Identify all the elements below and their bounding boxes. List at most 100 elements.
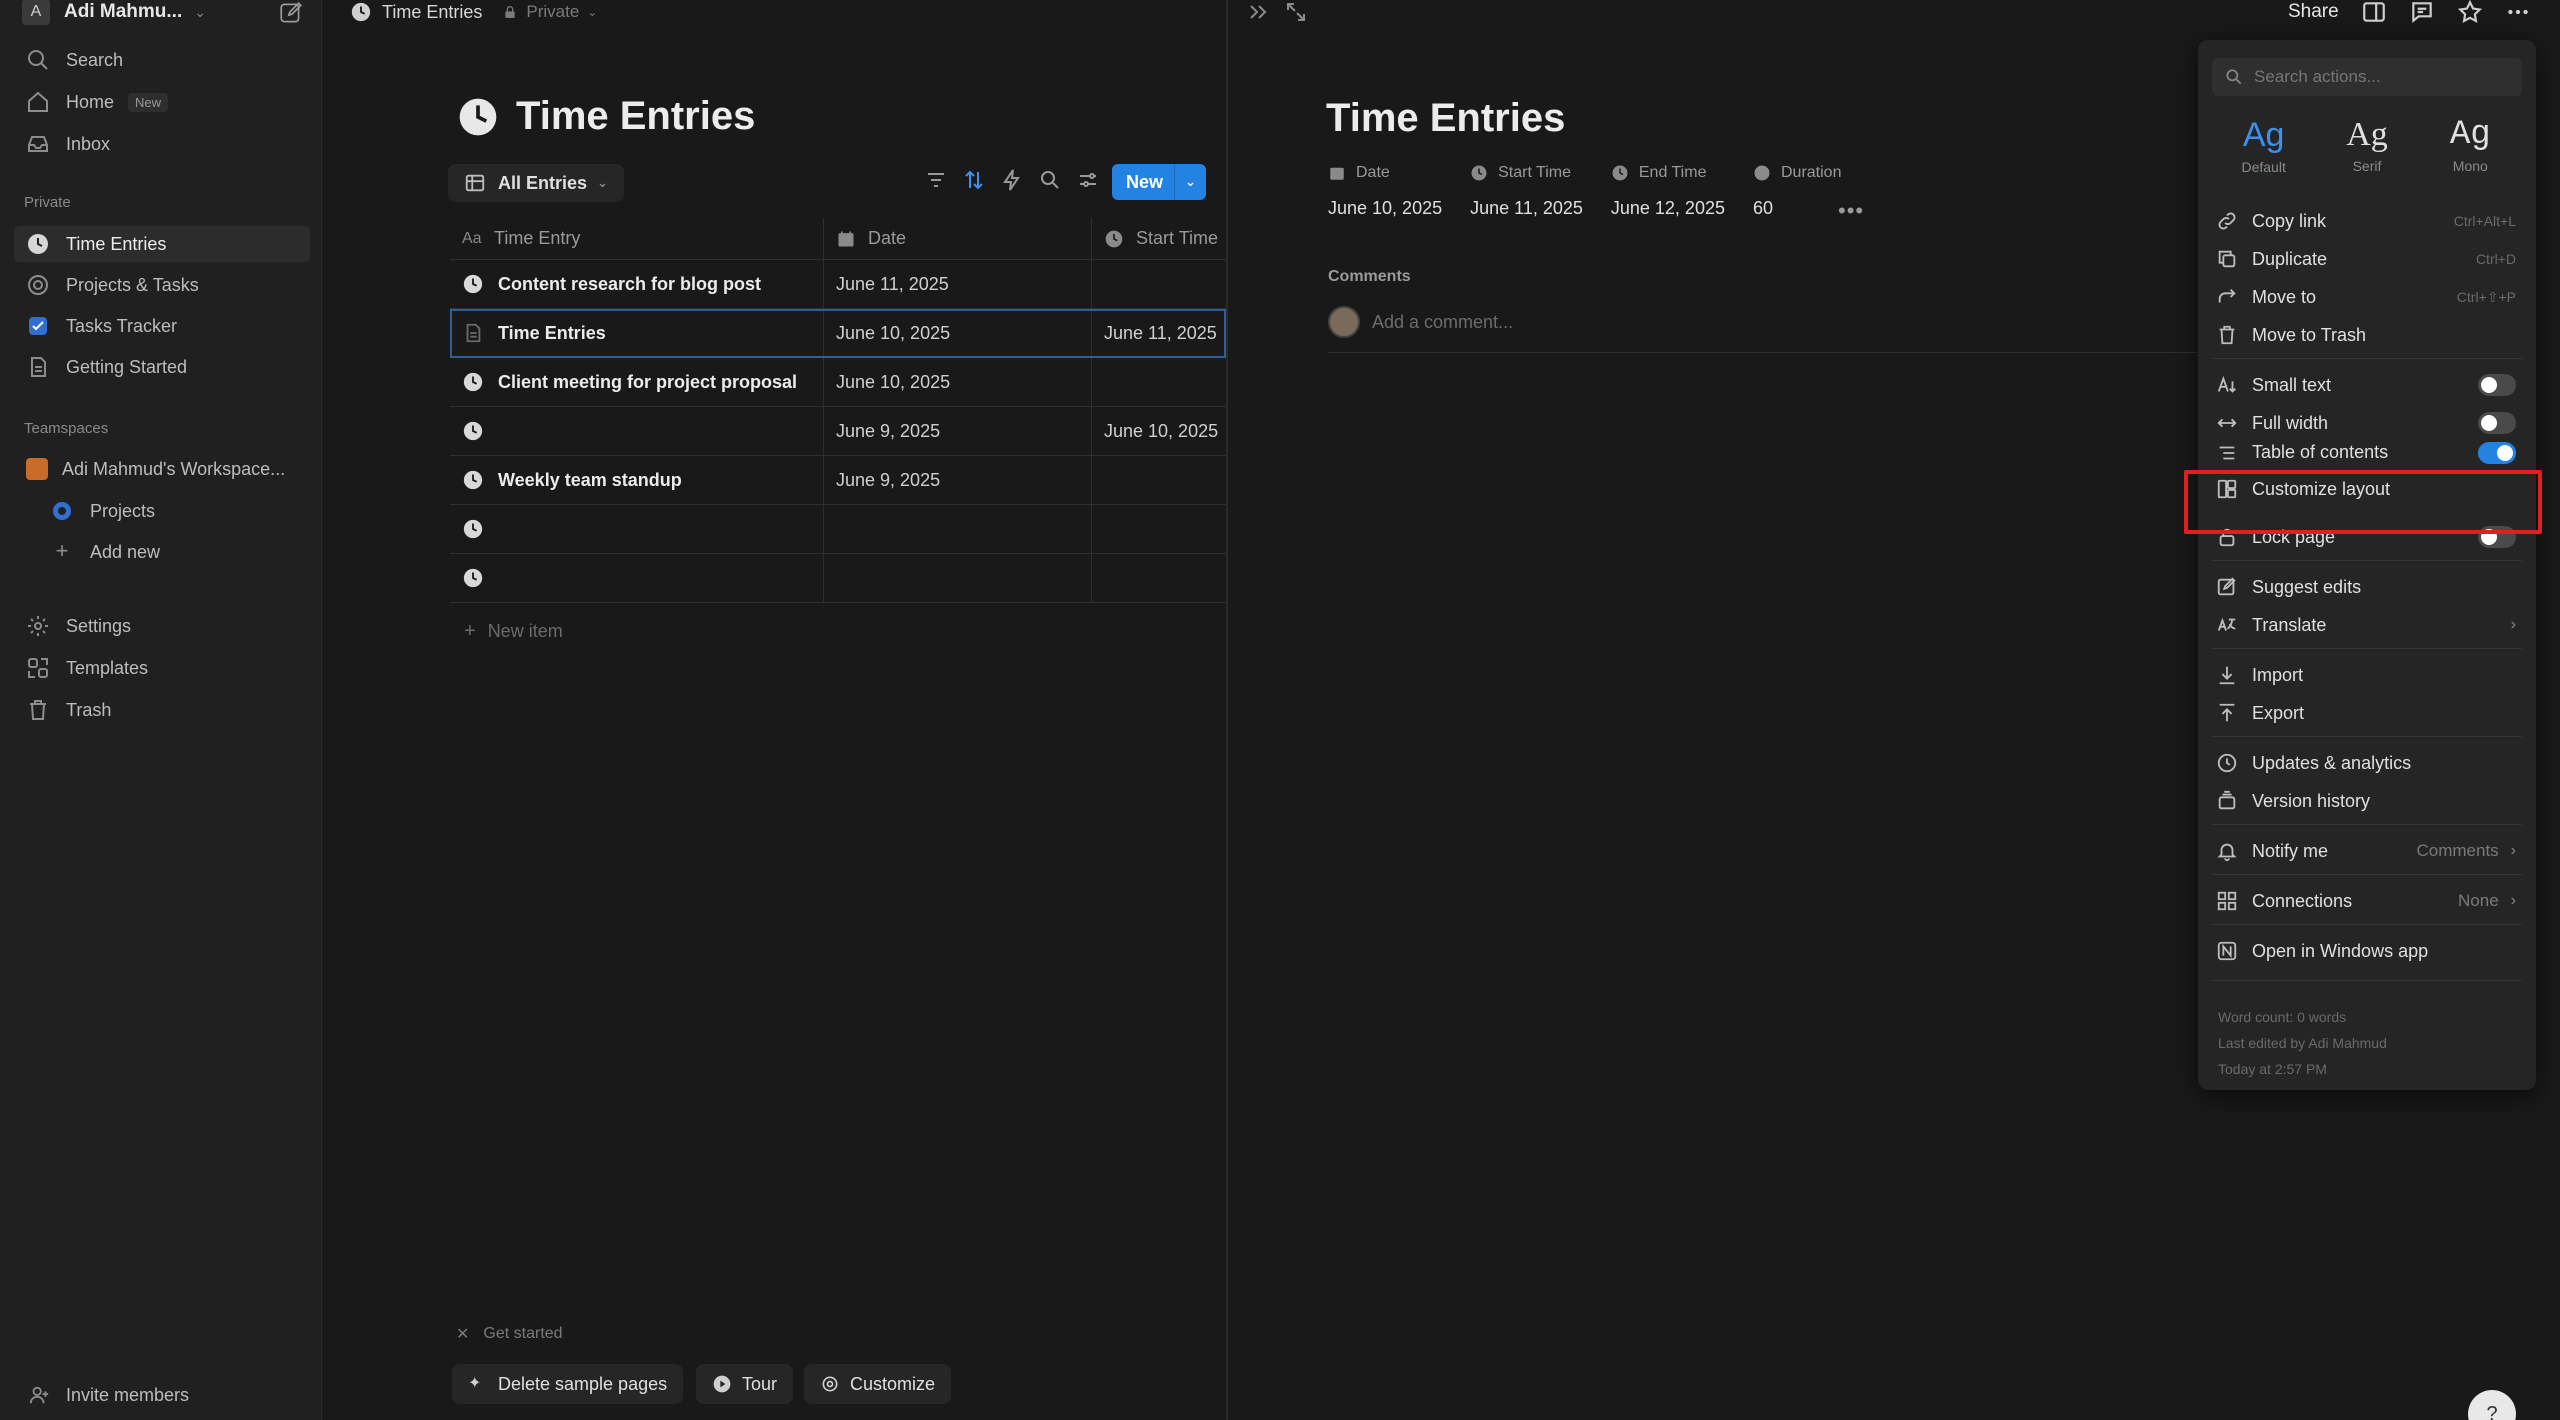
- table-row[interactable]: June 9, 2025 June 10, 2025: [450, 407, 1226, 456]
- table-of-contents-toggle[interactable]: [2478, 442, 2516, 464]
- lightning-icon[interactable]: [1000, 168, 1024, 192]
- privacy-selector[interactable]: Private ⌄: [502, 2, 597, 22]
- cell-start-time[interactable]: June 10, 2025: [1092, 407, 1226, 455]
- column-header-time-entry[interactable]: Aa Time Entry: [450, 218, 824, 259]
- new-page-icon[interactable]: [278, 0, 304, 26]
- menu-item-connections[interactable]: Connections None ›: [2208, 882, 2526, 920]
- cell-start-time[interactable]: [1092, 554, 1226, 602]
- menu-item-small-text[interactable]: Small text: [2208, 366, 2526, 404]
- filter-icon[interactable]: [924, 168, 948, 192]
- peek-page-title[interactable]: Time Entries: [1326, 96, 1565, 141]
- menu-item-export[interactable]: Export: [2208, 694, 2526, 732]
- invite-members-button[interactable]: Invite members: [28, 1384, 189, 1406]
- workspace-switcher[interactable]: A Adi Mahmu... ⌄: [22, 0, 206, 25]
- cell-start-time[interactable]: [1092, 505, 1226, 553]
- column-header-date[interactable]: Date: [824, 218, 1092, 259]
- nav-home[interactable]: Home New: [14, 84, 310, 120]
- property-duration[interactable]: Duration 60: [1753, 160, 1841, 219]
- table-row[interactable]: Weekly team standup June 9, 2025: [450, 456, 1226, 505]
- menu-item-version-history[interactable]: Version history: [2208, 782, 2526, 820]
- expand-icon[interactable]: [1284, 0, 1308, 24]
- menu-item-move-to-trash[interactable]: Move to Trash: [2208, 316, 2526, 354]
- more-icon[interactable]: [2505, 0, 2531, 25]
- delete-sample-pages-button[interactable]: ✦ Delete sample pages: [452, 1364, 684, 1404]
- row-title[interactable]: Client meeting for project proposal: [498, 372, 797, 393]
- sidebar-item-teamspace[interactable]: Adi Mahmud's Workspace...: [14, 451, 310, 487]
- property-value[interactable]: June 12, 2025: [1611, 198, 1725, 219]
- menu-item-copy-link[interactable]: Copy link Ctrl+Alt+L: [2208, 202, 2526, 240]
- tour-button[interactable]: Tour: [696, 1364, 794, 1404]
- side-panel-icon[interactable]: [2361, 0, 2387, 25]
- nav-search[interactable]: Search: [14, 42, 310, 78]
- cell-start-time[interactable]: [1092, 456, 1226, 504]
- property-date[interactable]: Date June 10, 2025: [1328, 160, 1442, 219]
- double-chevron-right-icon[interactable]: [1246, 0, 1270, 24]
- settings-sliders-icon[interactable]: [1076, 168, 1100, 192]
- close-icon[interactable]: ✕: [456, 1324, 469, 1344]
- font-option-mono[interactable]: Ag Mono: [2425, 116, 2515, 175]
- menu-item-full-width[interactable]: Full width: [2208, 404, 2526, 442]
- nav-inbox[interactable]: Inbox: [14, 126, 310, 162]
- more-properties-icon[interactable]: •••: [1838, 198, 1864, 224]
- sidebar-item-add-new[interactable]: + Add new: [14, 534, 310, 570]
- menu-item-updates-analytics[interactable]: Updates & analytics: [2208, 744, 2526, 782]
- table-row[interactable]: [450, 505, 1226, 554]
- star-icon[interactable]: [2457, 0, 2483, 25]
- menu-item-table-of-contents[interactable]: Table of contents: [2208, 442, 2526, 464]
- sidebar-item-projects-tasks[interactable]: Projects & Tasks: [14, 267, 310, 303]
- cell-date[interactable]: June 9, 2025: [824, 456, 1092, 504]
- menu-item-open-windows-app[interactable]: Open in Windows app: [2208, 932, 2526, 970]
- cell-start-time[interactable]: [1092, 358, 1226, 406]
- property-value[interactable]: June 11, 2025: [1470, 198, 1583, 219]
- full-width-toggle[interactable]: [2478, 412, 2516, 434]
- help-button[interactable]: ?: [2468, 1390, 2516, 1420]
- property-start-time[interactable]: Start Time June 11, 2025: [1470, 160, 1583, 219]
- comment-icon[interactable]: [2409, 0, 2435, 25]
- menu-item-import[interactable]: Import: [2208, 656, 2526, 694]
- menu-item-suggest-edits[interactable]: Suggest edits: [2208, 568, 2526, 606]
- share-button[interactable]: Share: [2288, 1, 2339, 23]
- cell-start-time[interactable]: June 11, 2025: [1092, 309, 1226, 357]
- row-title[interactable]: Content research for blog post: [498, 274, 761, 295]
- actions-search-input[interactable]: Search actions...: [2212, 58, 2522, 96]
- comment-input[interactable]: Add a comment...: [1372, 312, 1513, 333]
- table-row[interactable]: [450, 554, 1226, 603]
- view-tab-all-entries[interactable]: All Entries ⌄: [448, 164, 624, 202]
- menu-item-notify-me[interactable]: Notify me Comments ›: [2208, 832, 2526, 870]
- database-title[interactable]: Time Entries: [516, 94, 755, 139]
- row-title[interactable]: Weekly team standup: [498, 470, 682, 491]
- chevron-down-icon[interactable]: ⌄: [1174, 164, 1206, 200]
- menu-item-translate[interactable]: Translate ›: [2208, 606, 2526, 644]
- menu-item-move-to[interactable]: Move to Ctrl+⇧+P: [2208, 278, 2526, 316]
- cell-date[interactable]: June 9, 2025: [824, 407, 1092, 455]
- sidebar-item-time-entries[interactable]: Time Entries: [14, 226, 310, 262]
- table-row[interactable]: Time Entries June 10, 2025 June 11, 2025: [450, 309, 1226, 358]
- cell-date[interactable]: [824, 554, 1092, 602]
- cell-date[interactable]: June 10, 2025: [824, 309, 1092, 357]
- property-value[interactable]: 60: [1753, 198, 1841, 219]
- cell-date[interactable]: June 11, 2025: [824, 260, 1092, 308]
- sidebar-item-tasks-tracker[interactable]: Tasks Tracker: [14, 308, 310, 344]
- font-option-default[interactable]: Ag Default: [2219, 116, 2309, 175]
- sidebar-item-templates[interactable]: Templates: [14, 650, 310, 686]
- sidebar-item-projects[interactable]: Projects: [14, 493, 310, 529]
- font-option-serif[interactable]: Ag Serif: [2322, 116, 2412, 175]
- sidebar-item-settings[interactable]: Settings: [14, 608, 310, 644]
- sidebar-item-getting-started[interactable]: Getting Started: [14, 349, 310, 385]
- table-row[interactable]: Content research for blog post June 11, …: [450, 260, 1226, 309]
- new-entry-button[interactable]: New ⌄: [1112, 164, 1206, 200]
- cell-start-time[interactable]: [1092, 260, 1226, 308]
- breadcrumb-page[interactable]: Time Entries: [382, 2, 482, 23]
- table-row[interactable]: Client meeting for project proposal June…: [450, 358, 1226, 407]
- cell-date[interactable]: June 10, 2025: [824, 358, 1092, 406]
- cell-date[interactable]: [824, 505, 1092, 553]
- property-value[interactable]: June 10, 2025: [1328, 198, 1442, 219]
- column-header-start-time[interactable]: Start Time: [1092, 218, 1226, 259]
- panel-divider[interactable]: [1226, 0, 1228, 1420]
- row-title[interactable]: Time Entries: [498, 323, 606, 344]
- property-end-time[interactable]: End Time June 12, 2025: [1611, 160, 1725, 219]
- menu-item-duplicate[interactable]: Duplicate Ctrl+D: [2208, 240, 2526, 278]
- new-item-button[interactable]: + New item: [464, 620, 563, 643]
- search-icon[interactable]: [1038, 168, 1062, 192]
- sort-icon[interactable]: [962, 168, 986, 192]
